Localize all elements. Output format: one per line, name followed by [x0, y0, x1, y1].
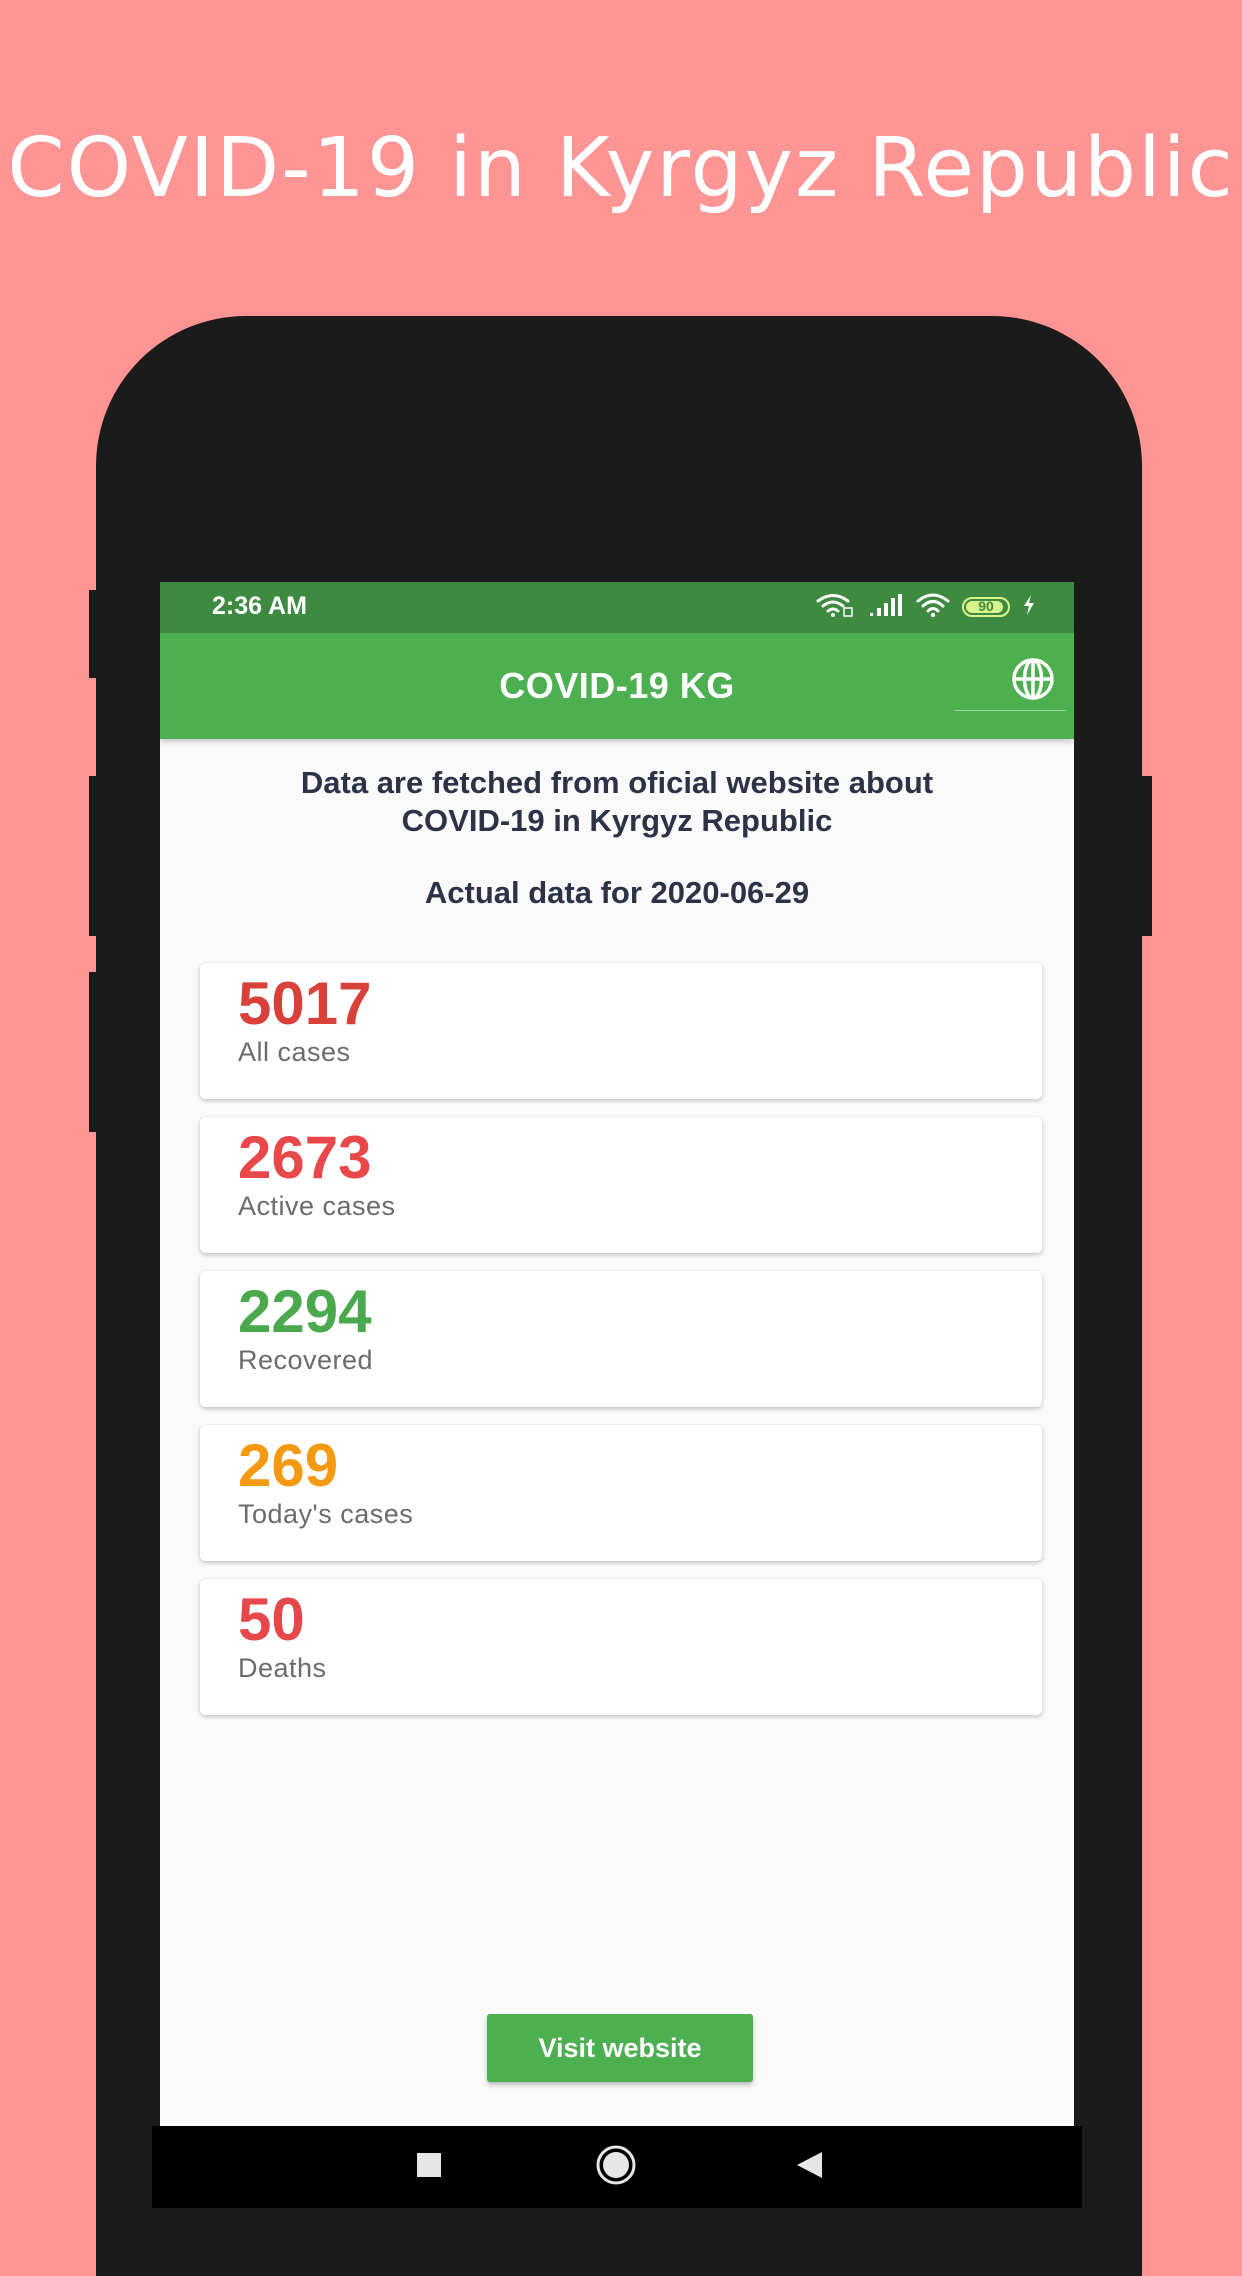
home-button[interactable] — [571, 2126, 661, 2208]
intro-line-2: COVID-19 in Kyrgyz Republic — [401, 803, 833, 838]
stat-value: 5017 — [238, 970, 372, 1037]
actual-date-line: Actual data for 2020-06-29 — [160, 875, 1074, 911]
stat-card-todays-cases: 269 Today's cases — [200, 1425, 1042, 1561]
stat-card-recovered: 2294 Recovered — [200, 1271, 1042, 1407]
stat-label: All cases — [238, 1037, 351, 1067]
wifi-icon — [916, 592, 950, 622]
language-button[interactable] — [954, 651, 1066, 711]
stat-label: Deaths — [238, 1653, 327, 1683]
stat-value: 269 — [238, 1432, 339, 1499]
charging-icon — [1022, 594, 1036, 620]
stat-card-all-cases: 5017 All cases — [200, 963, 1042, 1099]
phone-screen: 2:36 AM 90 COVID-19 KG Data are fetched … — [160, 582, 1074, 2208]
stat-card-active-cases: 2673 Active cases — [200, 1117, 1042, 1253]
date-prefix: Actual data for — [424, 875, 642, 910]
back-triangle-icon — [794, 2150, 824, 2184]
globe-icon — [1010, 656, 1056, 706]
stat-value: 50 — [238, 1586, 305, 1653]
back-button[interactable] — [764, 2126, 854, 2208]
status-icons: 90 — [816, 590, 1036, 624]
visit-website-button[interactable]: Visit website — [487, 2014, 753, 2082]
stat-value: 2673 — [238, 1124, 372, 1191]
navigation-bar — [152, 2126, 1082, 2208]
stat-value: 2294 — [238, 1278, 372, 1345]
wifi-calling-icon — [816, 592, 856, 622]
stat-label: Active cases — [238, 1191, 396, 1221]
app-title: COVID-19 KG — [499, 665, 735, 706]
signal-icon — [868, 593, 904, 621]
status-bar: 2:36 AM 90 — [160, 582, 1074, 633]
square-icon — [415, 2151, 443, 2183]
status-time: 2:36 AM — [212, 592, 307, 620]
battery-icon: 90 — [962, 597, 1010, 617]
promo-title: COVID-19 in Kyrgyz Republic — [7, 121, 1235, 216]
stat-card-deaths: 50 Deaths — [200, 1579, 1042, 1715]
date-value: 2020-06-29 — [650, 875, 810, 910]
intro-line-1: Data are fetched from oficial website ab… — [300, 765, 934, 800]
stat-label: Recovered — [238, 1345, 374, 1375]
recents-button[interactable] — [384, 2126, 474, 2208]
intro-text: Data are fetched from oficial website ab… — [200, 764, 1034, 840]
home-circle-icon — [594, 2143, 638, 2191]
app-bar: COVID-19 KG — [160, 633, 1074, 739]
battery-level: 90 — [978, 598, 994, 614]
stat-label: Today's cases — [238, 1499, 414, 1529]
